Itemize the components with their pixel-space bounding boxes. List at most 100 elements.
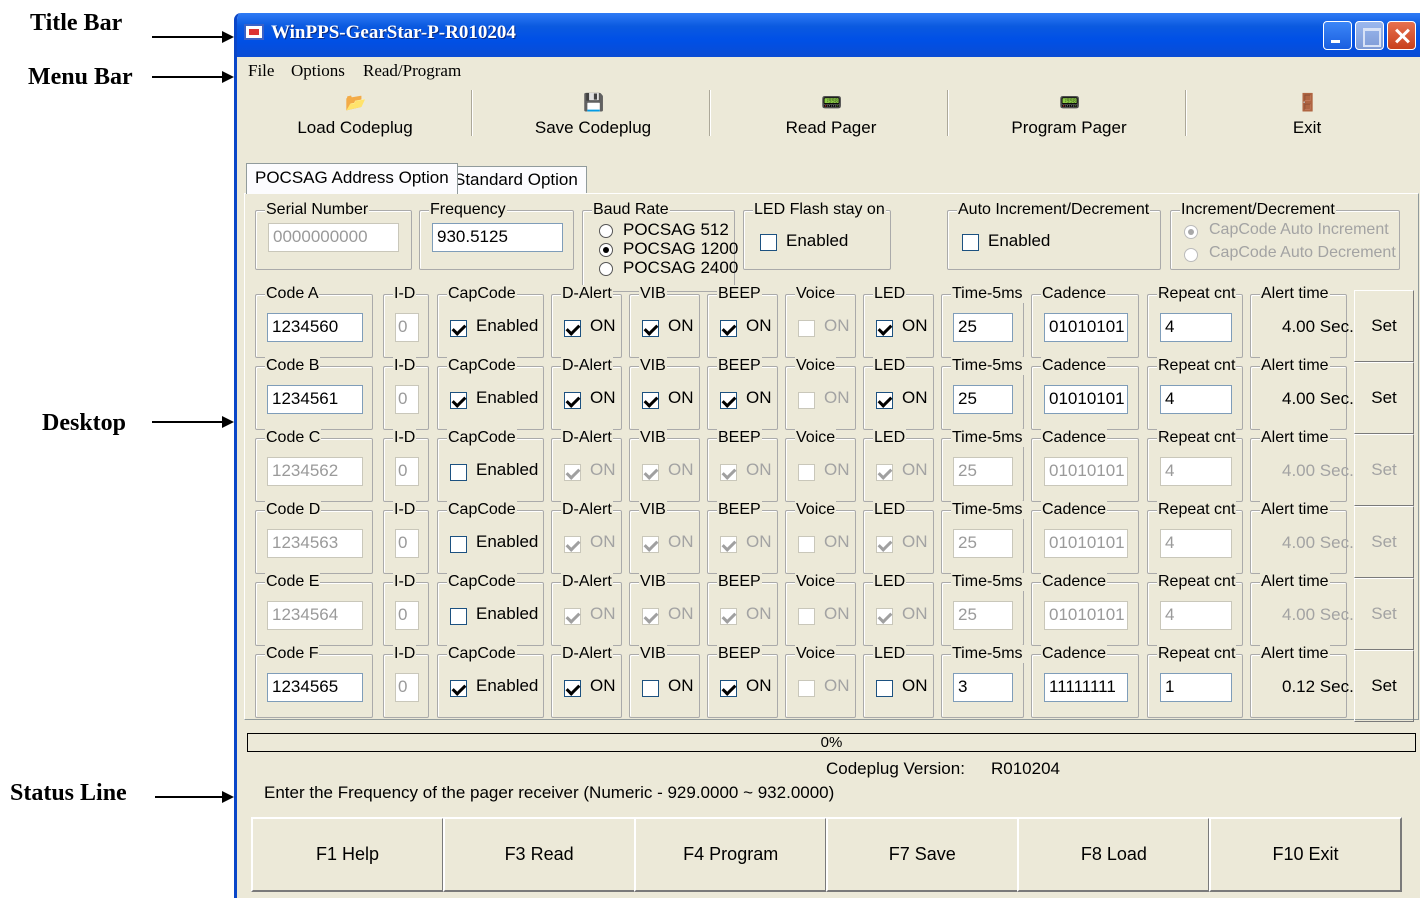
- code-b-capcode-checkbox[interactable]: [450, 392, 467, 409]
- code-a-id-field[interactable]: 0: [395, 313, 419, 342]
- code-f-voice-checkbox[interactable]: [798, 680, 815, 697]
- code-d-time-field[interactable]: 25: [953, 529, 1013, 558]
- code-f-time-field[interactable]: 3: [953, 673, 1013, 702]
- code-a-repeat-field[interactable]: 4: [1160, 313, 1232, 342]
- code-b-cadence-field[interactable]: 01010101: [1044, 385, 1128, 414]
- code-c-beep-checkbox[interactable]: [720, 464, 737, 481]
- code-a-led-checkbox[interactable]: [876, 320, 893, 337]
- code-d-beep-checkbox[interactable]: [720, 536, 737, 553]
- code-b-set-button[interactable]: Set: [1354, 362, 1414, 434]
- function-key-f10-button[interactable]: F10 Exit: [1209, 817, 1402, 892]
- code-f-repeat-field[interactable]: 1: [1160, 673, 1232, 702]
- code-e-dalert-checkbox[interactable]: [564, 608, 581, 625]
- increment-decrement-radio[interactable]: [1184, 248, 1198, 262]
- code-d-voice-checkbox[interactable]: [798, 536, 815, 553]
- code-f-capcode-checkbox[interactable]: [450, 680, 467, 697]
- code-e-vib-checkbox[interactable]: [642, 608, 659, 625]
- code-e-id-field[interactable]: 0: [395, 601, 419, 630]
- code-f-set-button[interactable]: Set: [1354, 650, 1414, 722]
- code-c-vib-checkbox[interactable]: [642, 464, 659, 481]
- code-e-time-field[interactable]: 25: [953, 601, 1013, 630]
- code-e-capcode-checkbox[interactable]: [450, 608, 467, 625]
- close-icon[interactable]: [1387, 21, 1416, 50]
- code-b-time-field[interactable]: 25: [953, 385, 1013, 414]
- code-a-value-field[interactable]: 1234560: [267, 313, 363, 342]
- title-bar[interactable]: WinPPS-GearStar-P-R010204: [237, 13, 1420, 57]
- code-c-repeat-field[interactable]: 4: [1160, 457, 1232, 486]
- code-a-cadence-field[interactable]: 01010101: [1044, 313, 1128, 342]
- code-e-voice-checkbox[interactable]: [798, 608, 815, 625]
- function-key-f8-button[interactable]: F8 Load: [1017, 817, 1211, 892]
- baud-rate-radio[interactable]: [599, 224, 613, 238]
- led-flash-checkbox[interactable]: [760, 234, 777, 251]
- code-c-set-button[interactable]: Set: [1354, 434, 1414, 506]
- code-d-id-field[interactable]: 0: [395, 529, 419, 558]
- function-key-f3-button[interactable]: F3 Read: [442, 817, 636, 892]
- baud-rate-radio[interactable]: [599, 262, 613, 276]
- menu-read-program[interactable]: Read/Program: [363, 61, 461, 81]
- code-f-beep-checkbox[interactable]: [720, 680, 737, 697]
- code-e-set-button[interactable]: Set: [1354, 578, 1414, 650]
- menu-options[interactable]: Options: [291, 61, 345, 81]
- code-b-dalert-checkbox[interactable]: [564, 392, 581, 409]
- code-e-value-field[interactable]: 1234564: [267, 601, 363, 630]
- code-d-repeat-field[interactable]: 4: [1160, 529, 1232, 558]
- code-f-value-field[interactable]: 1234565: [267, 673, 363, 702]
- code-b-led-checkbox[interactable]: [876, 392, 893, 409]
- code-b-voice-checkbox[interactable]: [798, 392, 815, 409]
- code-f-led-checkbox[interactable]: [876, 680, 893, 697]
- code-a-beep-checkbox[interactable]: [720, 320, 737, 337]
- code-a-capcode-checkbox[interactable]: [450, 320, 467, 337]
- function-key-f7-button[interactable]: F7 Save: [825, 817, 1019, 892]
- code-f-id-field[interactable]: 0: [395, 673, 419, 702]
- code-e-beep-checkbox[interactable]: [720, 608, 737, 625]
- code-f-dalert-checkbox[interactable]: [564, 680, 581, 697]
- code-c-cadence-field[interactable]: 01010101: [1044, 457, 1128, 486]
- save-codeplug-button[interactable]: 💾 Save Codeplug: [475, 86, 711, 148]
- menu-file[interactable]: File: [248, 61, 274, 81]
- code-c-capcode-checkbox[interactable]: [450, 464, 467, 481]
- code-d-set-button[interactable]: Set: [1354, 506, 1414, 578]
- tab-pocsag-address-option[interactable]: POCSAG Address Option: [246, 163, 458, 194]
- code-b-repeat-field[interactable]: 4: [1160, 385, 1232, 414]
- code-a-set-button[interactable]: Set: [1354, 290, 1414, 362]
- code-a-dalert-checkbox[interactable]: [564, 320, 581, 337]
- code-f-cadence-field[interactable]: 11111111: [1044, 673, 1128, 702]
- read-pager-button[interactable]: 📟 Read Pager: [713, 86, 949, 148]
- code-b-value-field[interactable]: 1234561: [267, 385, 363, 414]
- program-pager-button[interactable]: 📟 Program Pager: [951, 86, 1187, 148]
- code-c-dalert-checkbox[interactable]: [564, 464, 581, 481]
- code-e-led-checkbox[interactable]: [876, 608, 893, 625]
- code-d-value-field[interactable]: 1234563: [267, 529, 363, 558]
- code-e-repeat-field[interactable]: 4: [1160, 601, 1232, 630]
- code-d-led-checkbox[interactable]: [876, 536, 893, 553]
- increment-decrement-radio[interactable]: [1184, 225, 1198, 239]
- tab-standard-option[interactable]: Standard Option: [445, 166, 587, 193]
- code-d-dalert-checkbox[interactable]: [564, 536, 581, 553]
- code-a-voice-checkbox[interactable]: [798, 320, 815, 337]
- code-c-led-checkbox[interactable]: [876, 464, 893, 481]
- code-c-time-field[interactable]: 25: [953, 457, 1013, 486]
- code-e-cadence-field[interactable]: 01010101: [1044, 601, 1128, 630]
- minimize-icon[interactable]: [1323, 21, 1352, 50]
- maximize-icon[interactable]: [1355, 21, 1384, 50]
- function-key-f4-button[interactable]: F4 Program: [634, 817, 828, 892]
- code-d-cadence-field[interactable]: 01010101: [1044, 529, 1128, 558]
- serial-number-field[interactable]: 0000000000: [268, 223, 399, 252]
- code-a-vib-checkbox[interactable]: [642, 320, 659, 337]
- code-f-vib-checkbox[interactable]: [642, 680, 659, 697]
- baud-rate-radio[interactable]: [599, 243, 613, 257]
- exit-button[interactable]: 🚪 Exit: [1189, 86, 1420, 148]
- load-codeplug-button[interactable]: 📂 Load Codeplug: [237, 86, 473, 148]
- frequency-field[interactable]: 930.5125: [432, 223, 563, 252]
- code-a-time-field[interactable]: 25: [953, 313, 1013, 342]
- function-key-f1-button[interactable]: F1 Help: [251, 817, 444, 892]
- code-d-vib-checkbox[interactable]: [642, 536, 659, 553]
- auto-increment-checkbox[interactable]: [962, 234, 979, 251]
- code-c-value-field[interactable]: 1234562: [267, 457, 363, 486]
- code-b-beep-checkbox[interactable]: [720, 392, 737, 409]
- code-d-capcode-checkbox[interactable]: [450, 536, 467, 553]
- code-c-id-field[interactable]: 0: [395, 457, 419, 486]
- code-c-voice-checkbox[interactable]: [798, 464, 815, 481]
- code-b-vib-checkbox[interactable]: [642, 392, 659, 409]
